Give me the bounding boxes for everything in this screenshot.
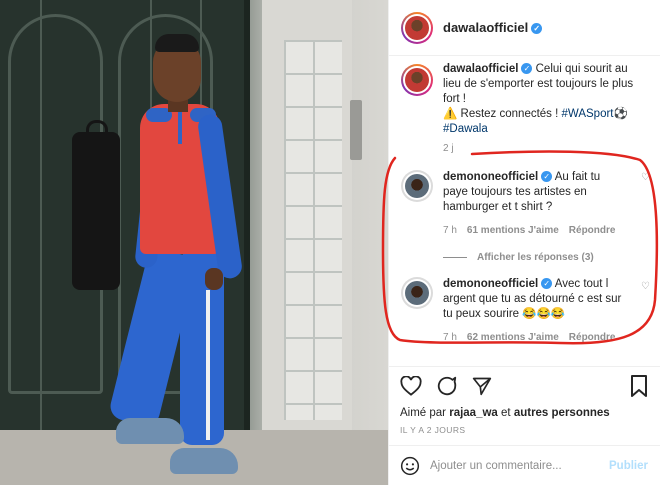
comment-body: demononeofficiel ✓ Au fait tu paye toujou… <box>443 170 633 238</box>
pants-stripe <box>206 290 210 440</box>
comment-meta: 7 h 62 mentions J'aime Répondre <box>443 330 633 345</box>
comment-text: Avec tout l <box>554 278 609 290</box>
comment-text: paye toujours tes artistes en <box>443 186 587 198</box>
hashtag-link[interactable]: #WASport⚽ <box>562 108 628 120</box>
caption-avatar[interactable] <box>401 64 433 96</box>
comment-text: argent que tu as détourné c est sur <box>443 293 622 305</box>
reply-button[interactable]: Répondre <box>569 223 616 238</box>
verified-badge-icon: ✓ <box>541 171 553 182</box>
comment-time: 7 h <box>443 225 457 236</box>
save-bookmark-icon[interactable] <box>630 375 648 397</box>
comment-likes[interactable]: 61 mentions J'aime <box>467 223 559 238</box>
person-hand <box>205 268 223 290</box>
comment-username[interactable]: demononeofficiel <box>443 278 538 290</box>
caption-line: Celui qui sourit au <box>535 63 628 75</box>
liker-username[interactable]: rajaa_wa <box>449 407 498 419</box>
verified-badge-icon: ✓ <box>541 278 553 289</box>
share-icon[interactable] <box>472 376 492 396</box>
publish-button[interactable]: Publier <box>609 460 648 472</box>
reply-button[interactable]: Répondre <box>569 330 616 345</box>
likes-connector: et <box>497 407 514 419</box>
view-replies-button[interactable]: Afficher les réponses (3) <box>443 252 660 263</box>
comment-text: hamburger et t shirt ? <box>443 201 553 213</box>
post-photo[interactable] <box>0 0 388 485</box>
glass-block-window <box>284 40 342 420</box>
hashtag-link[interactable]: #Dawala <box>443 123 488 135</box>
like-heart-icon[interactable] <box>400 376 422 396</box>
doorbell-panel <box>350 100 362 160</box>
caption-line: lieu de s'emporter est toujours le plus <box>443 78 634 90</box>
comment-body: demononeofficiel ✓ Avec tout l argent que… <box>443 277 633 345</box>
caption-line: ⚠️ Restez connectés ! <box>443 108 562 120</box>
person-hair <box>155 34 199 52</box>
comment-time: 7 h <box>443 332 457 343</box>
commenter-avatar[interactable] <box>401 170 433 202</box>
add-comment-input[interactable] <box>430 459 610 472</box>
author-avatar[interactable] <box>401 11 433 44</box>
action-icons-row <box>400 375 648 397</box>
caption-time: 2 j <box>443 143 454 154</box>
other-likers-link[interactable]: autres personnes <box>514 407 610 419</box>
comment-icon[interactable] <box>436 375 458 397</box>
caption-text: dawalaofficiel ✓ Celui qui sourit au lieu… <box>443 62 633 137</box>
comment-text: Au fait tu <box>554 171 601 183</box>
sneaker-right <box>170 448 238 474</box>
post-caption: dawalaofficiel ✓ Celui qui sourit au lieu… <box>389 56 660 137</box>
likes-prefix: Aimé par <box>400 407 450 419</box>
sneaker-left <box>116 418 184 444</box>
comment-item: demononeofficiel ✓ Avec tout l argent que… <box>389 263 660 345</box>
comment-likes[interactable]: 62 mentions J'aime <box>467 330 559 345</box>
like-comment-heart-icon[interactable]: ♡ <box>641 172 650 183</box>
view-replies-label: Afficher les réponses (3) <box>477 252 594 263</box>
gate-bar <box>40 0 42 430</box>
comment-item: demononeofficiel ✓ Au fait tu paye toujou… <box>389 154 660 238</box>
hanging-bag <box>72 132 120 290</box>
emoji-icon[interactable] <box>400 456 420 476</box>
author-username[interactable]: dawalaofficiel ✓ <box>443 20 543 35</box>
comment-meta: 7 h 61 mentions J'aime Répondre <box>443 223 633 238</box>
verified-badge-icon: ✓ <box>521 63 533 74</box>
verified-badge-icon: ✓ <box>531 23 543 34</box>
like-comment-heart-icon[interactable]: ♡ <box>641 281 650 292</box>
comment-username[interactable]: demononeofficiel <box>443 171 538 183</box>
caption-line: fort ! <box>443 93 467 105</box>
comment-text: tu peux sourire 😂😂😂 <box>443 308 566 320</box>
post-actions: Aimé par rajaa_wa et autres personnes IL… <box>388 366 660 435</box>
caption-username[interactable]: dawalaofficiel <box>443 63 518 75</box>
post-header: dawalaofficiel ✓ <box>389 0 660 56</box>
post-date: IL Y A 2 JOURS <box>400 425 466 435</box>
likes-summary: Aimé par rajaa_wa et autres personnes <box>400 407 648 419</box>
commenter-avatar[interactable] <box>401 277 433 309</box>
add-comment-bar: Publier <box>388 445 660 485</box>
